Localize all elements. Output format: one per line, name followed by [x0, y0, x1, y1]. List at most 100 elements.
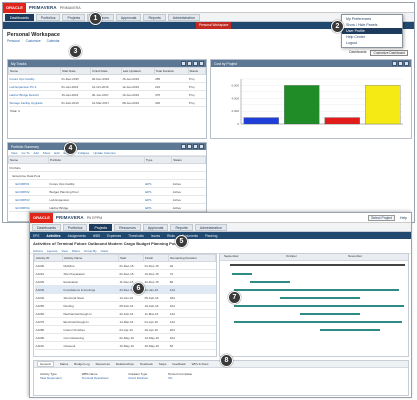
cell-name[interactable]: ECORP03 — [8, 195, 49, 204]
cell-name[interactable]: Closeout — [62, 341, 119, 350]
column-header[interactable]: Status — [171, 156, 206, 164]
tab-administration[interactable]: Administration — [167, 13, 200, 21]
subnav-risks[interactable]: Risks — [167, 234, 175, 238]
toolbar-collapse[interactable]: Collapse — [78, 151, 90, 155]
cell-name[interactable]: Mechanical Rough-In — [62, 309, 119, 318]
tab-administration[interactable]: Administration — [194, 223, 227, 231]
subnav-thresholds[interactable]: Thresholds — [128, 234, 144, 238]
table-row[interactable]: A1040 Structural Steel 13-Jan-16 05-Feb-16 1… — [34, 293, 216, 302]
link-personal[interactable]: Personal — [7, 39, 20, 43]
tab-notebook[interactable]: Notebook — [140, 362, 153, 366]
cell-name[interactable]: ECORP01 — [8, 179, 49, 188]
tab-projects[interactable]: Projects — [89, 223, 113, 231]
close-icon[interactable] — [199, 144, 204, 149]
tab-status[interactable]: Status — [60, 362, 69, 366]
cell-name[interactable]: Interior Finishes — [62, 325, 119, 334]
customize-dashboard-button[interactable]: Customize Dashboard — [370, 50, 408, 56]
tab-feedback[interactable]: Feedback — [172, 362, 185, 366]
link-customize[interactable]: Customize — [26, 39, 41, 43]
activity-bar[interactable] — [234, 305, 404, 307]
field-value[interactable]: Terminal Operations — [82, 376, 109, 380]
link-calendar[interactable]: Calendar — [47, 39, 60, 43]
table-row[interactable]: ECORP02 Budget Planning Pool EPS Active — [8, 187, 206, 196]
tab-approvals[interactable]: Approvals — [115, 13, 142, 21]
column-header[interactable]: Name — [8, 67, 61, 75]
toolbar-view[interactable]: View — [11, 151, 17, 155]
toolbar-add[interactable]: Add — [33, 151, 38, 155]
cell-name[interactable]: Excavation — [62, 277, 119, 286]
tab-dashboards[interactable]: Dashboards — [32, 223, 61, 231]
tab-wps-docs[interactable]: WPs & Docs — [192, 362, 209, 366]
settings-icon[interactable] — [187, 144, 192, 149]
project-selector[interactable]: Select Project — [368, 214, 396, 221]
help-link[interactable]: Help — [400, 216, 407, 220]
subnav-activities[interactable]: Activities — [46, 234, 60, 238]
activity-bar[interactable] — [320, 329, 380, 331]
table-row[interactable]: A1030 Foundations & Footings 23-Dec-15 12-J… — [34, 285, 216, 294]
refresh-icon[interactable] — [181, 144, 186, 149]
toolbar-edit[interactable]: Edit — [54, 151, 59, 155]
subnav-eps[interactable]: EPS — [33, 234, 39, 238]
activity-bar[interactable] — [234, 289, 399, 291]
tab-portfolios[interactable]: Portfolios — [35, 13, 61, 21]
column-header[interactable]: Last Updated — [120, 67, 155, 75]
table-row[interactable]: A1080 Interior Finishes 04-Apr-16 29-Apr-16… — [34, 325, 216, 334]
tab-projects[interactable]: Projects — [62, 13, 86, 21]
toolbar-update-columns[interactable]: Update Columns — [93, 151, 115, 155]
column-header[interactable]: Start Date — [59, 67, 92, 75]
table-row[interactable]: ECORP04 Harbor Bridge EPS Active — [8, 203, 206, 212]
toolbar-group-by[interactable]: Group By — [84, 249, 97, 253]
refresh-icon[interactable] — [181, 61, 186, 66]
cell-name[interactable]: ECORP02 — [8, 187, 49, 196]
minimize-icon[interactable] — [193, 144, 198, 149]
tab-resources[interactable]: Resources — [114, 223, 141, 231]
tab-reports[interactable]: Reports — [143, 13, 166, 21]
tab-resources[interactable]: Resources — [96, 362, 110, 366]
table-row[interactable]: A1000 Mobilize 01-Dec-15 01-Dec-15 0d — [34, 261, 216, 270]
cell-name[interactable]: Enterprise Data Pool — [8, 171, 49, 180]
close-icon[interactable] — [404, 61, 409, 66]
minimize-icon[interactable] — [193, 61, 198, 66]
column-header[interactable]: Finish Date — [90, 67, 122, 75]
tab-budget-log[interactable]: Budget Log — [74, 362, 89, 366]
column-header[interactable]: Start — [117, 254, 145, 262]
menu-item-logout[interactable]: Logout — [342, 40, 402, 46]
table-row[interactable]: Enterprise Data Pool — [8, 171, 206, 180]
tab-approvals[interactable]: Approvals — [142, 223, 169, 231]
field-value[interactable]: Task Dependent — [40, 376, 62, 380]
subnav-planning[interactable]: Planning — [205, 234, 217, 238]
toolbar-view[interactable]: View — [61, 249, 67, 253]
table-row[interactable]: A1060 Mechanical Rough-In 22-Feb-16 11-Mar-… — [34, 309, 216, 318]
close-icon[interactable] — [199, 61, 204, 66]
cell-name[interactable]: Lab Expansion Ph 2 — [8, 82, 61, 91]
subnav-expenses[interactable]: Expenses — [107, 234, 121, 238]
subnav-wbs[interactable]: WBS — [93, 234, 100, 238]
table-row[interactable]: A1020 Excavation 11-Dec-15 22-Dec-15 8d — [34, 277, 216, 286]
field-value[interactable]: 0% — [168, 376, 192, 380]
subnav-assignments[interactable]: Assignments — [68, 234, 86, 238]
tab-steps[interactable]: Steps — [159, 362, 167, 366]
tab-general[interactable]: General — [37, 361, 54, 367]
subnav-personal-workspace[interactable]: Personal Workspace — [196, 22, 232, 29]
cell-name[interactable]: ECORP04 — [8, 203, 49, 212]
column-header[interactable]: Remaining Duration — [168, 254, 216, 262]
column-header[interactable]: Name — [8, 156, 49, 164]
toolbar-actions[interactable]: Actions — [33, 249, 43, 253]
activity-bar[interactable] — [250, 281, 290, 283]
tab-portfolios[interactable]: Portfolios — [62, 223, 88, 231]
toolbar-goto[interactable]: Go To — [21, 151, 29, 155]
toolbar-gantt[interactable]: Gantt — [101, 249, 108, 253]
toolbar-layouts[interactable]: Layouts — [47, 249, 58, 253]
cell-name[interactable]: Mobilize — [62, 261, 119, 270]
table-row[interactable]: ECORP01 Future Ops Facility EPS Active — [8, 179, 206, 188]
column-header[interactable]: Portfolio — [48, 156, 145, 164]
field-value[interactable]: Fixed Duration — [129, 376, 149, 380]
table-row[interactable]: A1090 Commissioning 02-May-16 13-May-16 10d — [34, 333, 216, 342]
toolbar-show[interactable]: Show — [43, 151, 51, 155]
activity-bar[interactable] — [232, 273, 252, 275]
table-row[interactable]: A1070 Electrical Rough-In 14-Mar-16 01-Apr-… — [34, 317, 216, 326]
toolbar-filters[interactable]: Filters — [72, 249, 80, 253]
table-row[interactable]: Harbor Bridge Retrofit 15-Jan-2016 30-Ju… — [8, 90, 206, 99]
table-row[interactable]: Future Ops Facility 01-Dec-2015 30-Dec-2… — [8, 74, 206, 83]
table-row[interactable]: Storage Facility Upgrade 01-Feb-2016 31-… — [8, 98, 206, 107]
